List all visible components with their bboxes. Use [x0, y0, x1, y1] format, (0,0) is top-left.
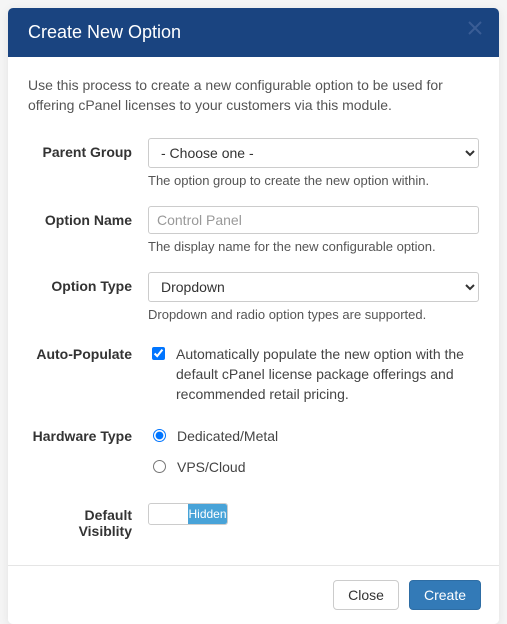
row-parent-group: Parent Group - Choose one - The option g… — [28, 138, 479, 188]
option-type-select[interactable]: Dropdown — [148, 272, 479, 302]
hardware-radio-dedicated[interactable] — [153, 429, 166, 442]
label-default-visibility: Default Visiblity — [28, 501, 148, 539]
help-option-type: Dropdown and radio option types are supp… — [148, 307, 479, 322]
visibility-toggle-state: Hidden — [188, 504, 227, 524]
label-option-type: Option Type — [28, 272, 148, 294]
auto-populate-checkbox[interactable] — [152, 347, 165, 360]
create-button[interactable]: Create — [409, 580, 481, 610]
row-option-name: Option Name The display name for the new… — [28, 206, 479, 254]
help-option-name: The display name for the new configurabl… — [148, 239, 479, 254]
help-parent-group: The option group to create the new optio… — [148, 173, 479, 188]
label-auto-populate: Auto-Populate — [28, 340, 148, 362]
modal-footer: Close Create — [8, 565, 499, 624]
label-hardware-type: Hardware Type — [28, 422, 148, 444]
label-option-name: Option Name — [28, 206, 148, 228]
row-auto-populate: Auto-Populate Automatically populate the… — [28, 340, 479, 405]
close-button[interactable]: Close — [333, 580, 399, 610]
option-name-input[interactable] — [148, 206, 479, 234]
row-option-type: Option Type Dropdown Dropdown and radio … — [28, 272, 479, 322]
intro-text: Use this process to create a new configu… — [28, 75, 479, 116]
close-icon[interactable] — [467, 20, 485, 38]
hardware-label-vps: VPS/Cloud — [177, 457, 245, 477]
label-parent-group: Parent Group — [28, 138, 148, 160]
modal-body: Use this process to create a new configu… — [8, 57, 499, 565]
hardware-label-dedicated: Dedicated/Metal — [177, 426, 278, 446]
hardware-radio-vps[interactable] — [153, 460, 166, 473]
modal-header: Create New Option — [8, 8, 499, 57]
auto-populate-text: Automatically populate the new option wi… — [176, 344, 479, 405]
row-hardware-type: Hardware Type Dedicated/Metal VPS/Cloud — [28, 422, 479, 483]
row-default-visibility: Default Visiblity Hidden — [28, 501, 479, 539]
create-option-modal: Create New Option Use this process to cr… — [8, 8, 499, 624]
visibility-toggle[interactable]: Hidden — [148, 503, 228, 525]
parent-group-select[interactable]: - Choose one - — [148, 138, 479, 168]
modal-title: Create New Option — [28, 22, 181, 42]
